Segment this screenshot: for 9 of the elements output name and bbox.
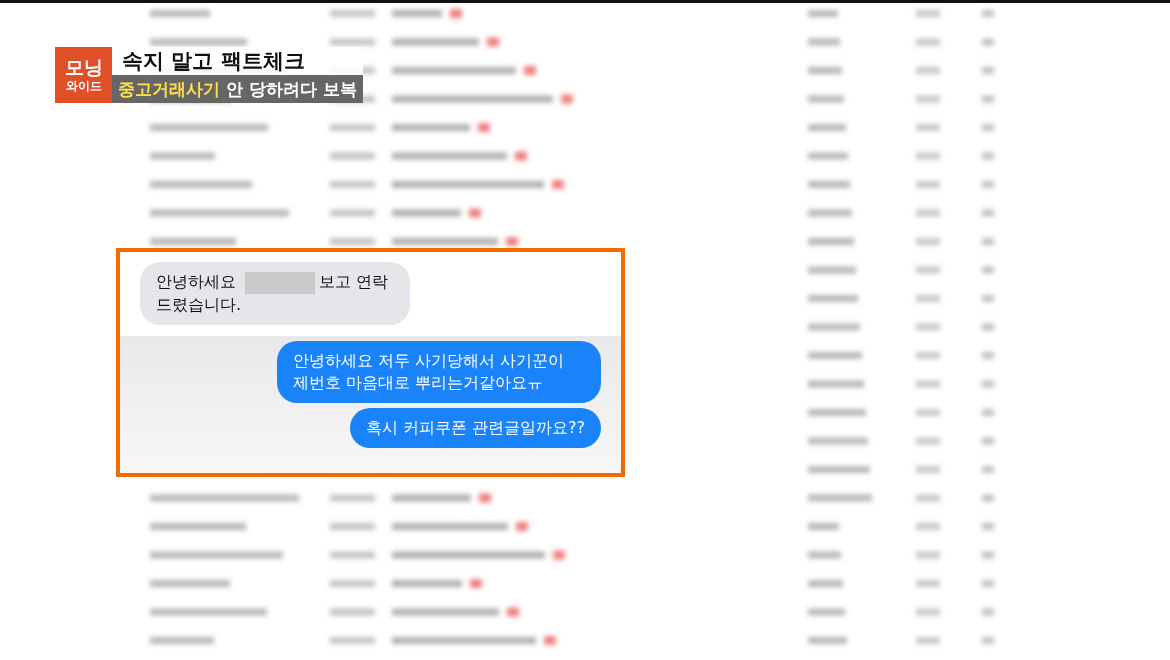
message-text: 보고 연락 bbox=[319, 271, 389, 293]
subtitle-highlight: 중고거래사기 bbox=[118, 77, 220, 101]
subtitle-text: 안 당하려다 보복 bbox=[226, 77, 357, 101]
message-text: 안녕하세요 bbox=[156, 271, 236, 293]
program-logo: 모닝 와이드 bbox=[55, 47, 112, 103]
redaction-bar bbox=[245, 271, 315, 294]
message-text: 드렸습니다. bbox=[156, 293, 242, 316]
message-text: 혹시 커피쿠폰 관련글일까요?? bbox=[365, 417, 585, 437]
message-text: 안녕하세요 저두 사기당해서 사기꾼이 제번호 마음대로 뿌리는거같아요ㅠ bbox=[293, 350, 565, 392]
